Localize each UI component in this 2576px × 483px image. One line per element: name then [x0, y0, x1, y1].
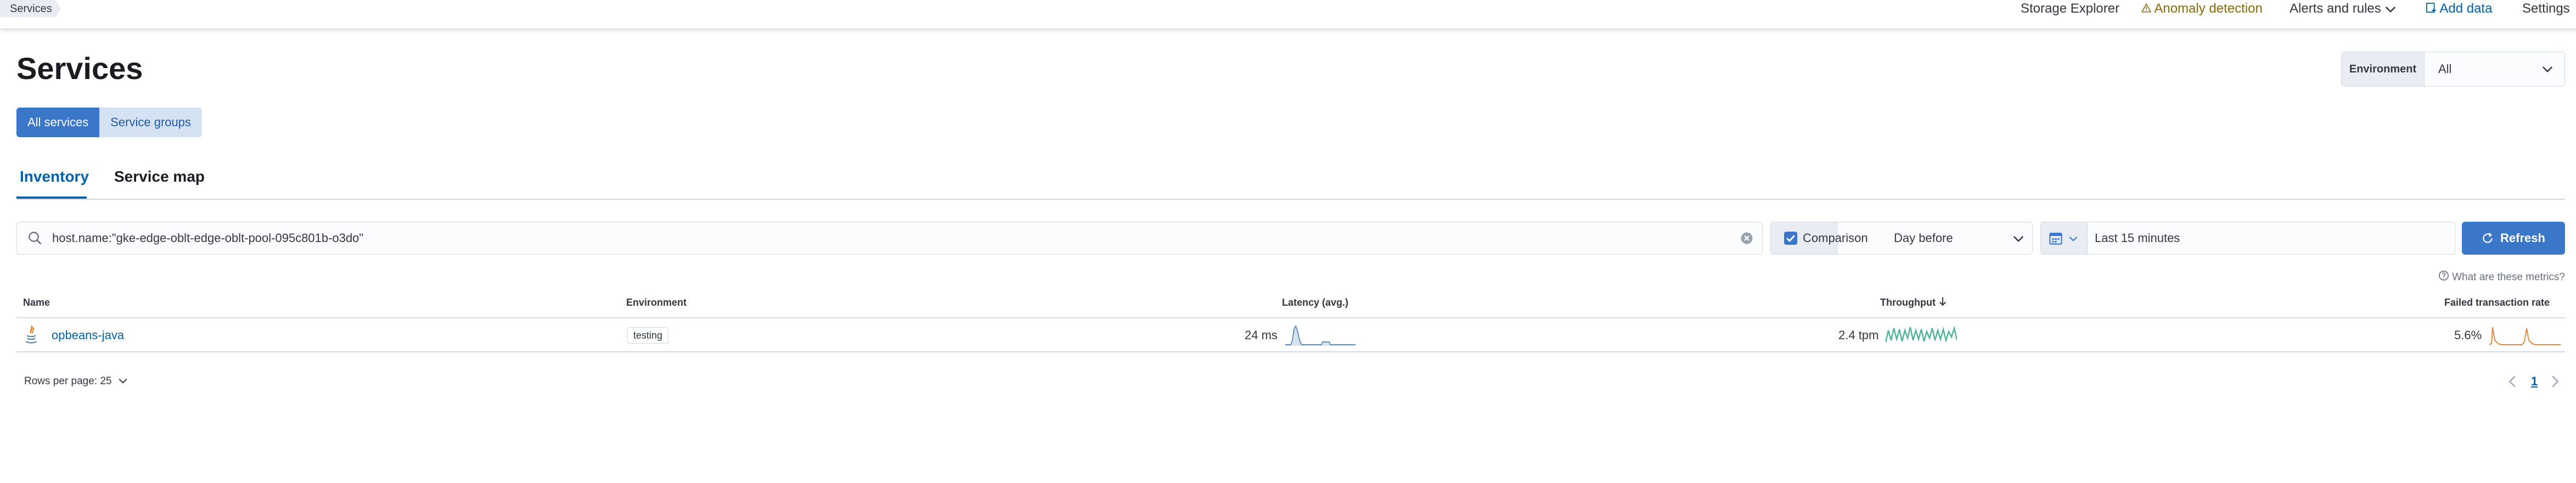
next-page-icon[interactable] [2551, 375, 2560, 392]
chevron-down-icon [118, 373, 128, 390]
date-range-value[interactable]: Last 15 minutes [2095, 222, 2180, 254]
tab-service-map[interactable]: Service map [114, 165, 205, 189]
table-header-divider [16, 317, 2565, 318]
all-services-button[interactable]: All services [16, 108, 100, 137]
comparison-control: Comparison Day before [1770, 222, 2033, 255]
refresh-icon [2482, 232, 2494, 248]
top-navigation-bar: Services Storage Explorer Anomaly detect… [0, 0, 2576, 29]
throughput-header-label: Throughput [1880, 297, 1936, 308]
comparison-label: Comparison [1803, 231, 1868, 245]
failed-rate-value: 5.6% [2454, 328, 2482, 342]
chevron-down-icon [2012, 235, 2024, 245]
add-data-icon [2426, 1, 2437, 18]
column-header-latency[interactable]: Latency (avg.) [1282, 294, 1348, 311]
chevron-down-icon [2068, 235, 2078, 245]
storage-explorer-link[interactable]: Storage Explorer [2021, 0, 2119, 18]
comparison-checkbox[interactable] [1784, 232, 1797, 245]
search-input[interactable]: host.name:"gke-edge-oblt-edge-oblt-pool-… [16, 222, 1763, 255]
service-group-toggle: All services Service groups [16, 108, 202, 137]
latency-sparkline [1285, 324, 1356, 346]
active-tab-indicator [16, 196, 87, 199]
chevron-down-icon [2384, 1, 2397, 18]
throughput-sparkline [1886, 325, 1957, 343]
failed-rate-sparkline [2489, 327, 2561, 345]
calendar-icon [2049, 231, 2063, 248]
column-header-throughput[interactable]: Throughput [1880, 294, 1947, 311]
refresh-button[interactable]: Refresh [2462, 222, 2565, 255]
quick-menu-button[interactable] [2041, 222, 2088, 254]
column-header-failed-transaction-rate[interactable]: Failed transaction rate [2444, 294, 2550, 311]
refresh-label: Refresh [2500, 231, 2545, 245]
search-query-text: host.name:"gke-edge-oblt-edge-oblt-pool-… [52, 231, 364, 245]
alerts-and-rules-label: Alerts and rules [2290, 1, 2381, 16]
chevron-down-icon [2541, 65, 2553, 76]
service-name-link[interactable]: opbeans-java [52, 327, 124, 344]
add-data-label: Add data [2439, 1, 2493, 16]
question-icon [2438, 270, 2449, 285]
environment-value: All [2438, 62, 2452, 76]
latency-value: 24 ms [1245, 328, 1278, 342]
settings-link[interactable]: Settings [2522, 0, 2570, 18]
search-icon [28, 231, 42, 248]
sort-descending-icon [1938, 295, 1947, 311]
throughput-value: 2.4 tpm [1838, 328, 1879, 342]
rows-per-page-label: Rows per page: 25 [24, 375, 112, 387]
page-number-current[interactable]: 1 [2531, 373, 2538, 390]
warning-icon [2141, 1, 2152, 18]
environment-badge: testing [627, 327, 669, 344]
clear-search-icon[interactable] [1740, 232, 1753, 248]
comparison-period-select[interactable]: Day before [1894, 222, 1953, 254]
environment-label: Environment [2342, 52, 2425, 86]
add-data-link[interactable]: Add data [2426, 0, 2492, 18]
anomaly-detection-label: Anomaly detection [2154, 1, 2263, 16]
previous-page-icon[interactable] [2508, 375, 2517, 392]
column-header-environment[interactable]: Environment [626, 294, 687, 311]
tabs-divider [16, 199, 2565, 200]
date-picker[interactable]: Last 15 minutes [2040, 222, 2455, 255]
java-icon [24, 325, 38, 347]
service-groups-button[interactable]: Service groups [99, 108, 202, 137]
environment-select[interactable]: Environment All [2341, 52, 2565, 87]
anomaly-detection-link[interactable]: Anomaly detection [2141, 0, 2263, 18]
comparison-toggle[interactable]: Comparison [1771, 222, 1868, 254]
metrics-help-label: What are these metrics? [2452, 271, 2565, 283]
column-header-name[interactable]: Name [23, 294, 50, 311]
tab-inventory[interactable]: Inventory [20, 165, 89, 189]
rows-per-page-select[interactable]: Rows per page: 25 [24, 373, 128, 390]
table-bottom-divider [16, 351, 2565, 352]
page-title: Services [16, 51, 143, 86]
metrics-help-link[interactable]: What are these metrics? [2438, 270, 2565, 285]
breadcrumb[interactable]: Services [0, 0, 61, 18]
alerts-and-rules-menu[interactable]: Alerts and rules [2290, 0, 2397, 18]
